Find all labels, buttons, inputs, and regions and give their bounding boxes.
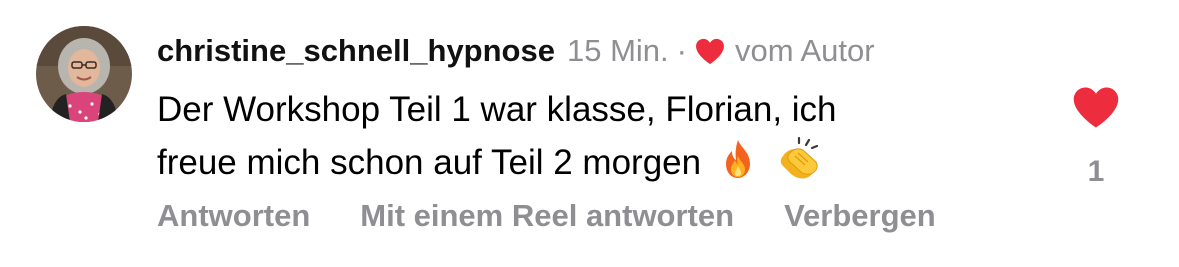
reply-with-reel-button[interactable]: Mit einem Reel antworten: [360, 198, 734, 234]
heart-icon: [696, 38, 724, 64]
username[interactable]: christine_schnell_hypnose: [157, 33, 555, 69]
comment-text-line-2: freue mich schon auf Teil 2 morgen: [157, 143, 702, 182]
fire-emoji-icon: [717, 138, 759, 195]
comment-body: christine_schnell_hypnose 15 Min. · vom …: [157, 30, 1057, 195]
comment-text-line-1: Der Workshop Teil 1 war klasse, Florian,…: [157, 90, 837, 129]
comment-actions: Antworten Mit einem Reel antworten Verbe…: [157, 198, 936, 234]
hide-button[interactable]: Verbergen: [784, 198, 936, 234]
comment-text: Der Workshop Teil 1 war klasse, Florian,…: [157, 84, 1037, 195]
timestamp: 15 Min.: [566, 33, 669, 68]
reply-button[interactable]: Antworten: [157, 198, 310, 234]
liked-by-author-label: vom Autor: [734, 33, 875, 68]
clapping-hands-icon: [775, 136, 823, 195]
comment-text-line-2-wrap: freue mich schon auf Teil 2 morgen: [157, 136, 1037, 195]
like-area: [1068, 86, 1124, 129]
like-heart-icon[interactable]: [1072, 86, 1120, 129]
separator-dot: ·: [676, 33, 687, 68]
avatar[interactable]: [36, 26, 132, 122]
comment-meta: christine_schnell_hypnose 15 Min. · vom …: [157, 30, 1057, 72]
avatar-photo: [36, 26, 132, 122]
like-count: 1: [1087, 155, 1105, 188]
